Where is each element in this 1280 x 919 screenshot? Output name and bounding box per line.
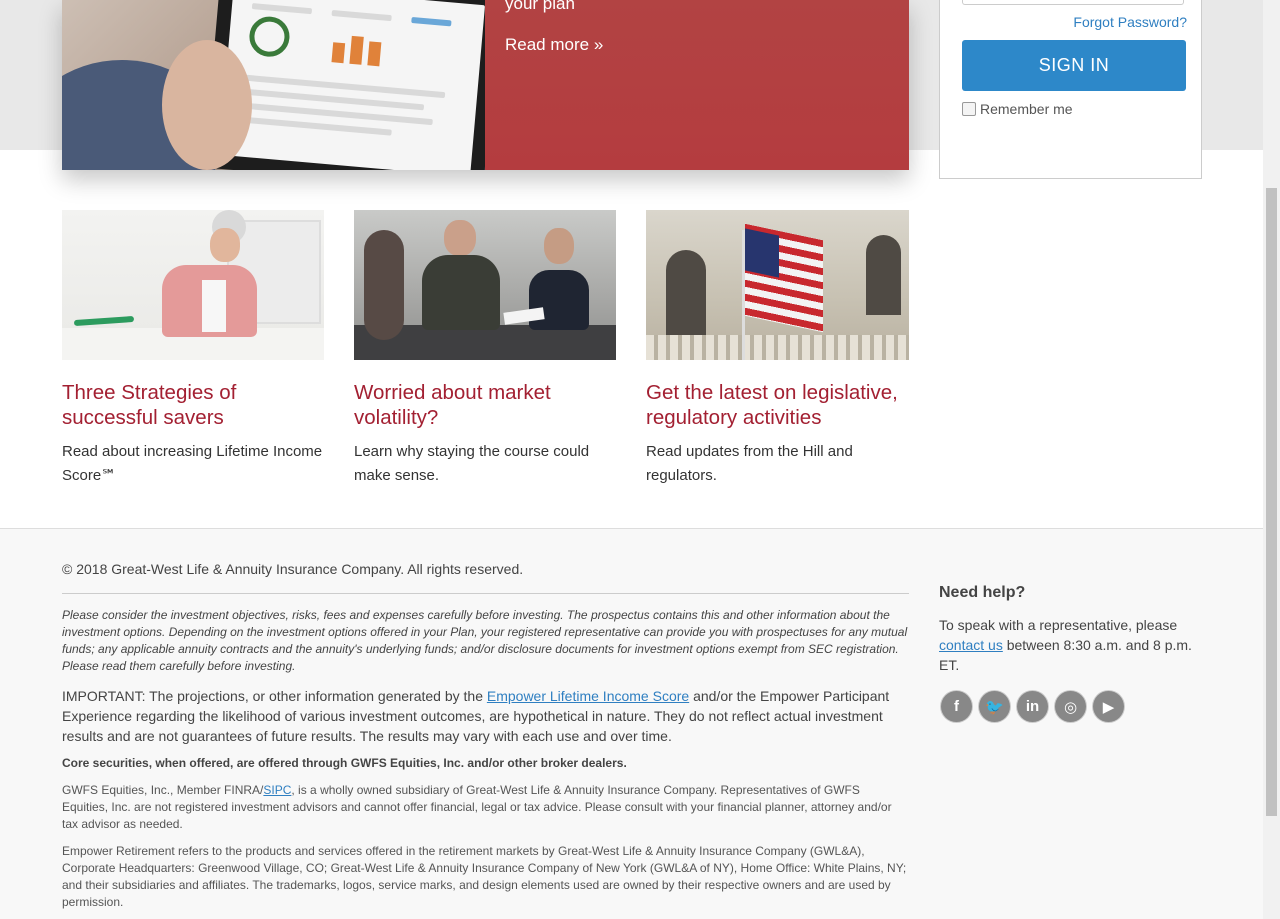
card-title[interactable]: Worried about market volatility?: [354, 380, 616, 430]
hero-panel: your plan Read more »: [485, 0, 909, 170]
card-image-face: [210, 228, 240, 262]
article-card[interactable]: Worried about market volatility? Learn w…: [354, 210, 616, 488]
page-scrollbar[interactable]: [1263, 0, 1280, 919]
footer-rule: [62, 593, 909, 594]
forgot-password-link[interactable]: Forgot Password?: [1073, 14, 1187, 30]
card-image-pen: [73, 315, 135, 327]
card-image-woman-top: [529, 270, 589, 330]
social-links: f 🐦 in ◎ ▶: [941, 691, 1124, 722]
empower-notice: Empower Retirement refers to the product…: [62, 844, 907, 909]
gwfs-text: GWFS Equities, Inc., Member FINRA/: [62, 783, 264, 797]
core-securities-notice: Core securities, when offered, are offer…: [62, 756, 627, 770]
card-image-window: [666, 250, 706, 340]
remember-me[interactable]: Remember me: [962, 101, 1073, 117]
card-text: Read about increasing Lifetime Income Sc…: [62, 443, 323, 484]
investment-disclaimer: Please consider the investment objective…: [62, 608, 908, 673]
card-image-man-sweater: [422, 255, 500, 330]
remember-me-label: Remember me: [980, 101, 1073, 117]
login-panel: Forgot Password? SIGN IN Remember me: [939, 0, 1202, 179]
card-image-foreground-person: [364, 230, 404, 340]
article-card[interactable]: Three Strategies of successful savers Re…: [62, 210, 324, 488]
card-image-meeting[interactable]: [354, 210, 616, 360]
card-text: Learn why staying the course could make …: [354, 443, 590, 484]
card-image-window: [866, 235, 901, 315]
linkedin-icon[interactable]: in: [1017, 691, 1048, 722]
youtube-icon[interactable]: ▶: [1093, 691, 1124, 722]
need-help-text-part: To speak with a representative, please: [939, 617, 1178, 633]
card-image-shirt: [202, 280, 226, 332]
sipc-link[interactable]: SIPC: [263, 783, 291, 797]
important-text: IMPORTANT: The projections, or other inf…: [62, 688, 487, 704]
card-image-capitol-flag[interactable]: [646, 210, 909, 360]
gwfs-notice: GWFS Equities, Inc., Member FINRA/SIPC, …: [62, 782, 909, 833]
card-image-man-face: [444, 220, 476, 256]
twitter-icon[interactable]: 🐦: [979, 691, 1010, 722]
copyright: © 2018 Great-West Life & Annuity Insuran…: [62, 561, 524, 577]
card-title[interactable]: Three Strategies of successful savers: [62, 380, 324, 430]
card-image-balustrade: [646, 335, 909, 360]
facebook-icon[interactable]: f: [941, 691, 972, 722]
important-notice: IMPORTANT: The projections, or other inf…: [62, 686, 909, 746]
article-card[interactable]: Get the latest on legislative, regulator…: [646, 210, 909, 488]
hero-image-hand: [162, 40, 252, 170]
contact-us-link[interactable]: contact us: [939, 637, 1003, 653]
card-image-woman-face: [544, 228, 574, 264]
hero-image: [62, 0, 485, 170]
hero-subtitle: your plan: [505, 0, 575, 13]
sign-in-button[interactable]: SIGN IN: [962, 40, 1186, 91]
instagram-icon[interactable]: ◎: [1055, 691, 1086, 722]
read-more-link[interactable]: Read more »: [505, 35, 603, 55]
card-text: Read updates from the Hill and regulator…: [646, 443, 853, 484]
password-field[interactable]: [962, 0, 1184, 5]
remember-me-checkbox[interactable]: [962, 102, 976, 116]
card-title[interactable]: Get the latest on legislative, regulator…: [646, 380, 909, 430]
need-help-heading: Need help?: [939, 584, 1026, 601]
lifetime-income-score-link[interactable]: Empower Lifetime Income Score: [487, 688, 689, 704]
scrollbar-thumb[interactable]: [1266, 188, 1277, 816]
card-image-flag-union: [745, 228, 779, 278]
hero-banner: your plan Read more »: [62, 0, 909, 170]
card-image-woman-writing[interactable]: [62, 210, 324, 360]
need-help-text: To speak with a representative, please c…: [939, 615, 1201, 675]
